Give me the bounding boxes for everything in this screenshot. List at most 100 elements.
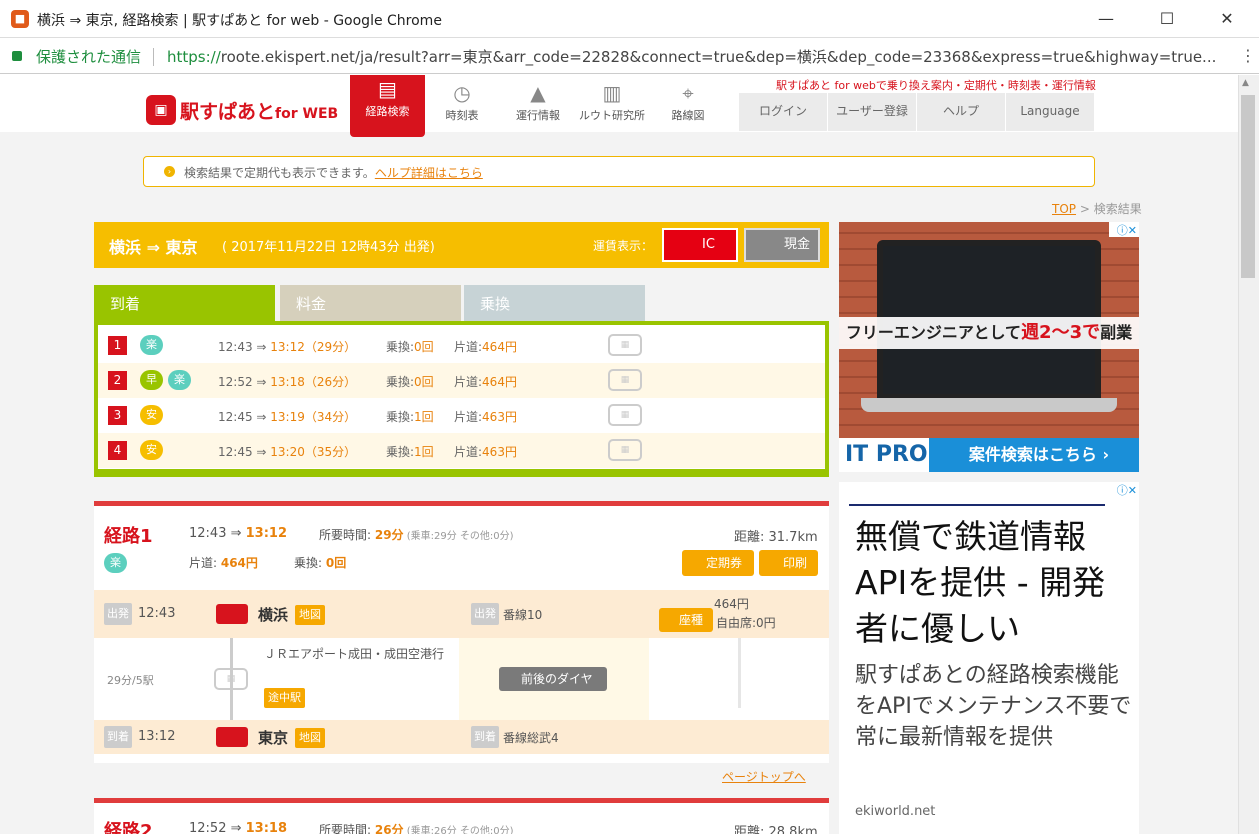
- cash-fare-button[interactable]: 現金: [744, 228, 820, 262]
- segment-fare: 464円: [714, 597, 749, 611]
- adjacent-timetable-button[interactable]: 前後のダイヤ: [499, 667, 607, 691]
- line-name: ＪＲエアポート成田・成田空港行: [264, 647, 445, 661]
- route-detail-duration: 所要時間: 26分 (乗車:26分 その他:0分): [319, 823, 514, 834]
- help-link[interactable]: ヘルプ: [916, 93, 1005, 131]
- arrival-map-button[interactable]: 地図: [295, 728, 325, 748]
- fare-display-label: 運賃表示：: [593, 239, 654, 253]
- register-link[interactable]: ユーザー登録: [827, 93, 916, 131]
- commuter-pass-button[interactable]: 定期券: [682, 550, 754, 576]
- route-detail-distance: 距離: 28.8km: [734, 825, 818, 834]
- easy-badge: 楽: [104, 553, 127, 573]
- tab-arrival[interactable]: 到着: [94, 285, 275, 322]
- route-detail: 経路2 12:52 ⇒ 13:18 所要時間: 26分 (乗車:26分 その他:…: [94, 798, 829, 834]
- train-icon: ▦: [608, 369, 642, 391]
- logo-text: 駅すぱあとfor WEB: [180, 100, 339, 123]
- scroll-thumb[interactable]: [1241, 95, 1255, 278]
- ad-close-icon[interactable]: ⓘ✕: [1109, 482, 1139, 497]
- route-row[interactable]: 1 楽 12:43 ⇒ 13:12（29分） 乗換:0回 片道:464円 ▦: [98, 328, 825, 363]
- summary-title: 横浜 ⇒ 東京: [109, 238, 198, 257]
- departure-tag: 出発: [104, 603, 132, 625]
- easy-badge: 楽: [140, 335, 163, 355]
- train-icon: ▦: [608, 334, 642, 356]
- arrival-time: 13:12: [138, 729, 176, 744]
- ad-headline[interactable]: 無償で鉄道情報APIを提供 - 開発者に優しい: [855, 514, 1135, 652]
- route-number: 2: [108, 371, 127, 390]
- departure-platform: 番線10: [503, 608, 543, 622]
- ad-banner-itpro[interactable]: フリーエンジニアとして週2〜3で副業 IT PRO 案件検索はこちら › ⓘ✕: [839, 222, 1139, 472]
- segment-row: 29分/5駅 ▦ ＪＲエアポート成田・成田空港行 途中駅 前後のダイヤ: [94, 638, 829, 720]
- ad-footer: IT PRO 案件検索はこちら ›: [839, 438, 1139, 472]
- route-transfers: 乗換:0回: [386, 375, 434, 389]
- breadcrumb-current: 検索結果: [1093, 202, 1142, 216]
- tab-fare[interactable]: 料金: [280, 285, 461, 322]
- breadcrumb-top[interactable]: TOP: [1052, 202, 1076, 216]
- address-bar[interactable]: 保護された通信 https://roote.ekispert.net/ja/re…: [0, 38, 1259, 74]
- midway-stations-button[interactable]: 途中駅: [264, 688, 305, 708]
- seat-type-button[interactable]: 座種: [659, 608, 713, 632]
- maximize-button[interactable]: ☐: [1137, 0, 1197, 38]
- departure-station[interactable]: 横浜: [258, 604, 288, 625]
- login-link[interactable]: ログイン: [738, 93, 827, 131]
- fast-badge: 早: [140, 370, 163, 390]
- ad-headline: フリーエンジニアとして週2〜3で副業: [839, 317, 1139, 349]
- route-time: 12:43 ⇒ 13:12（29分）: [218, 340, 357, 354]
- print-button[interactable]: 印刷: [759, 550, 818, 576]
- route-detail-time: 12:43 ⇒ 13:12: [189, 526, 288, 541]
- site-logo[interactable]: ▣ 駅すぱあとfor WEB: [146, 93, 338, 127]
- nav-lab[interactable]: ▥ ルウト研究所: [576, 79, 648, 129]
- minimize-button[interactable]: —: [1076, 0, 1136, 38]
- segment-duration: 29分/5駅: [107, 674, 154, 687]
- scroll-up-icon[interactable]: ▲: [1242, 78, 1249, 88]
- arrival-platform: 番線総武4: [503, 731, 559, 745]
- breadcrumb: TOP > 検索結果: [1052, 202, 1142, 216]
- ad-close-icon[interactable]: ⓘ✕: [1109, 222, 1139, 237]
- chevron-right-icon: ›: [164, 166, 175, 177]
- route-detail-title: 経路2: [104, 821, 153, 834]
- route-time: 12:45 ⇒ 13:20（35分）: [218, 445, 357, 459]
- departure-map-button[interactable]: 地図: [295, 605, 325, 625]
- title-bar: ■ 横浜 ⇒ 東京, 経路検索 | 駅すぱあと for web - Google…: [0, 0, 1259, 38]
- cheap-badge: 安: [140, 440, 163, 460]
- page: ▣ 駅すぱあとfor WEB ▤ 経路検索 ◷ 時刻表 ▲ 運行情報 ▥ ルウト研究所 …: [0, 75, 1238, 834]
- route-row[interactable]: 2 早 楽 12:52 ⇒ 13:18（26分） 乗換:0回 片道:464円 ▦: [98, 363, 825, 398]
- arrival-platform-tag: 到着: [471, 726, 499, 748]
- ad-cta[interactable]: 案件検索はこちら ›: [939, 438, 1139, 472]
- arrival-station[interactable]: 東京: [258, 727, 288, 748]
- url-path: roote.ekispert.net/ja/result?arr=東京&arr_…: [220, 48, 1217, 66]
- language-link[interactable]: Language: [1005, 93, 1094, 131]
- route-detail-duration: 所要時間: 29分 (乗車:29分 その他:0分): [319, 528, 514, 542]
- fare-line: [738, 638, 741, 708]
- route-detail-fare: 片道: 464円: [189, 556, 258, 570]
- jr-station-icon: [216, 604, 248, 624]
- route-fare: 片道:463円: [454, 445, 517, 459]
- ad-domain[interactable]: ekiworld.net: [855, 804, 935, 819]
- route-detail-time: 12:52 ⇒ 13:18: [189, 821, 288, 834]
- warning-icon: ▲: [530, 81, 546, 105]
- nav-route-map[interactable]: ⌖ 路線図: [652, 79, 724, 129]
- menu-icon[interactable]: ⋮: [1240, 46, 1256, 65]
- route-list: 1 楽 12:43 ⇒ 13:12（29分） 乗換:0回 片道:464円 ▦ 2…: [94, 321, 829, 477]
- nav-service-info[interactable]: ▲ 運行情報: [502, 79, 574, 129]
- header-tagline: 駅すぱあと for webで乗り換え案内・定期代・時刻表・運行情報: [776, 79, 1096, 92]
- close-button[interactable]: ✕: [1197, 0, 1257, 38]
- seat-fare: 自由席:0円: [716, 616, 776, 630]
- arrival-tag: 到着: [104, 726, 132, 748]
- route-detail-distance: 距離: 31.7km: [734, 530, 818, 545]
- page-top-link[interactable]: ページトップへ: [722, 768, 806, 785]
- nav-timetable[interactable]: ◷ 時刻表: [426, 79, 498, 129]
- notice-text: 検索結果で定期代も表示できます。ヘルプ詳細はこちら: [184, 166, 483, 180]
- ic-fare-button[interactable]: IC: [662, 228, 738, 262]
- map-icon: ⌖: [682, 81, 694, 105]
- url-text[interactable]: https://roote.ekispert.net/ja/result?arr…: [167, 46, 1247, 67]
- route-row[interactable]: 4 安 12:45 ⇒ 13:20（35分） 乗換:1回 片道:463円 ▦: [98, 433, 825, 468]
- departure-platform-tag: 出発: [471, 603, 499, 625]
- ad-text-ekiworld[interactable]: ⓘ✕ 無償で鉄道情報APIを提供 - 開発者に優しい 駅すぱあとの経路検索機能を…: [839, 482, 1139, 834]
- nav-route-search[interactable]: ▤ 経路検索: [350, 75, 425, 137]
- train-icon: ▦: [214, 668, 248, 690]
- tab-transfer[interactable]: 乗換: [464, 285, 645, 322]
- route-number: 3: [108, 406, 127, 425]
- notice-help-link[interactable]: ヘルプ詳細はこちら: [375, 166, 483, 180]
- ad-body: 駅すぱあとの経路検索機能をAPIでメンテナンス不要で常に最新情報を提供: [855, 663, 1132, 750]
- summary-bar: 横浜 ⇒ 東京 ( 2017年11月22日 12時43分 出発) 運賃表示： I…: [94, 222, 829, 268]
- route-row[interactable]: 3 安 12:45 ⇒ 13:19（34分） 乗換:1回 片道:463円 ▦: [98, 398, 825, 433]
